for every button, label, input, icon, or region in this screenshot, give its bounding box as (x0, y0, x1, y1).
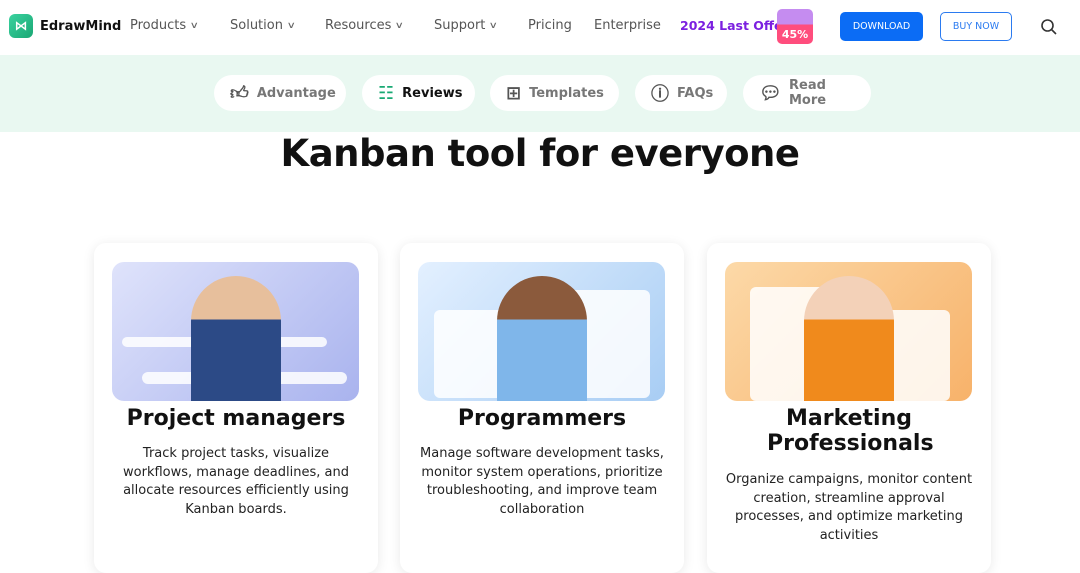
card-title: Programmers (457, 406, 627, 431)
chat-icon: 💬︎ (759, 82, 782, 104)
grid-icon: ⊞ (506, 82, 522, 104)
search-icon[interactable] (1040, 18, 1058, 36)
card-title: Marketing Professionals (767, 406, 934, 456)
menu-enterprise[interactable]: Enterprise (594, 18, 661, 33)
tab-templates[interactable]: ⊞ Templates (490, 75, 619, 111)
top-navbar: ⋈ EdrawMind Products ∨ Solution ∨ Resource… (0, 0, 1080, 54)
buy-now-button[interactable]: BUY NOW (940, 12, 1012, 41)
card-programmers: Programmers Manage software development … (400, 243, 684, 573)
chevron-down-icon: ∨ (189, 20, 200, 31)
tab-faqs[interactable]: ⓘ FAQs (635, 75, 727, 111)
download-button[interactable]: DOWNLOAD (840, 12, 923, 41)
thumbs-up-icon: 👍︎ (230, 83, 249, 104)
menu-label: Products (130, 18, 187, 33)
menu-support[interactable]: Support ∨ (434, 18, 499, 33)
clipboard-icon: ☷ (378, 82, 395, 104)
menu-pricing[interactable]: Pricing (528, 18, 572, 33)
offer-badge: 45% (781, 28, 809, 41)
menu-solution[interactable]: Solution ∨ (230, 18, 296, 33)
menu-label: Resources (325, 18, 392, 33)
tab-read-more[interactable]: 💬︎ Read More (743, 75, 871, 111)
chevron-down-icon: ∨ (489, 20, 499, 31)
section-title: Kanban tool for everyone (280, 132, 800, 175)
marketing-professional-image (725, 262, 972, 401)
question-icon: ⓘ (651, 84, 669, 105)
menu-label: Support (434, 18, 486, 33)
menu-label: Pricing (528, 18, 572, 33)
card-title: Project managers (126, 406, 346, 431)
offer-link[interactable]: 2024 Last Offer (680, 18, 789, 33)
tab-label: Reviews (402, 85, 463, 101)
tab-reviews[interactable]: ☷ Reviews (362, 75, 475, 111)
gift-icon[interactable]: 45% (777, 9, 813, 44)
menu-label: Enterprise (594, 18, 661, 33)
programmer-image (418, 262, 665, 401)
edrawmind-logo-icon: ⋈ (9, 14, 33, 38)
card-project-managers: Project managers Track project tasks, vi… (94, 243, 378, 573)
card-description: Organize campaigns, monitor content crea… (725, 472, 973, 543)
brand-name: EdrawMind (40, 18, 122, 34)
menu-resources[interactable]: Resources ∨ (325, 18, 405, 33)
menu-products[interactable]: Products ∨ (130, 18, 200, 33)
card-description: Track project tasks, visualize workflows… (123, 446, 349, 517)
tab-advantage[interactable]: 👍︎ Advantage (214, 75, 346, 111)
section-tabs: 👍︎ Advantage ☷ Reviews ⊞ Templates ⓘ FAQs 💬︎… (0, 55, 1080, 132)
tab-label: Advantage (256, 85, 336, 101)
card-marketing-professionals: Marketing Professionals Organize campaig… (707, 243, 991, 573)
project-manager-image (112, 262, 359, 401)
tab-label: FAQs (677, 85, 714, 101)
brand-logo[interactable]: ⋈ EdrawMind (9, 14, 121, 38)
menu-label: Solution (230, 18, 283, 33)
tab-label: Read More (789, 78, 827, 108)
card-description: Manage software development tasks, monit… (420, 446, 664, 517)
chevron-down-icon: ∨ (286, 20, 296, 31)
chevron-down-icon: ∨ (395, 20, 405, 31)
tab-label: Templates (529, 85, 604, 101)
